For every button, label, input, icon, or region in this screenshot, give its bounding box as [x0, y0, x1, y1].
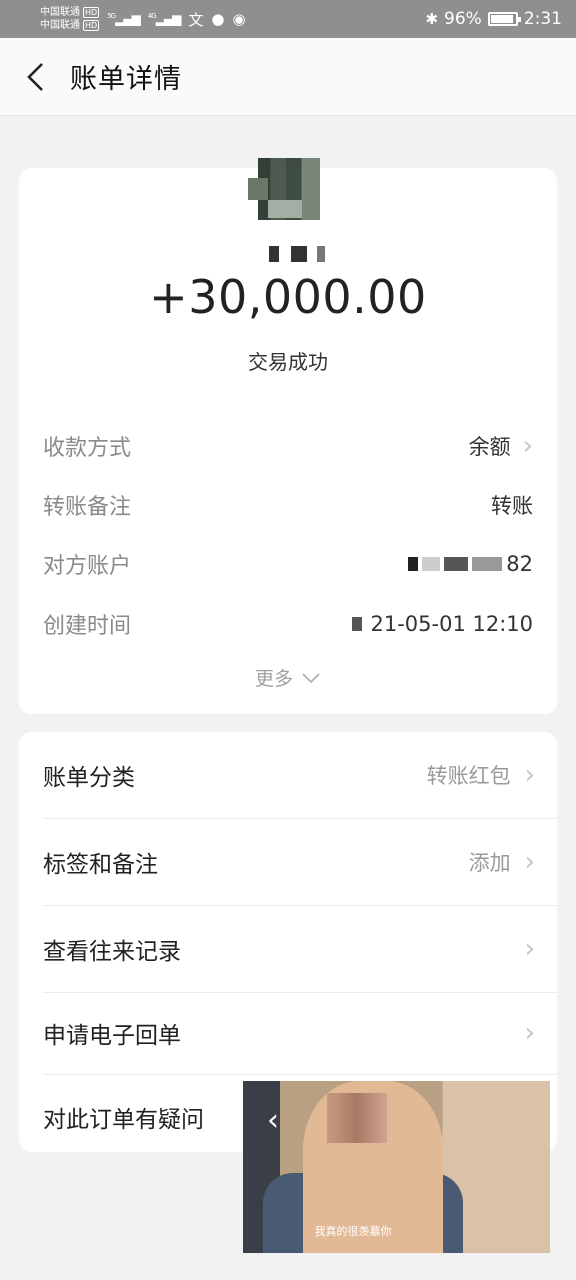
status-bar: 中国联通 HD 中国联通 HD 5G▂▄▆ 4G▂▄▆ 文 ● ◉ ✱ 96% 2:… — [0, 0, 576, 38]
detail-label: 转账备注 — [43, 495, 132, 520]
redacted-mosaic — [352, 617, 363, 631]
created-time-row: 创建时间 21-05-01 12:10 — [43, 604, 533, 644]
counterparty-account-row: 对方账户 82 — [43, 544, 533, 584]
transfer-note-row: 转账备注 转账 — [43, 485, 533, 525]
more-label: 更多 — [254, 668, 293, 690]
redacted-mosaic — [444, 557, 469, 571]
chevron-down-icon — [302, 672, 320, 683]
more-button[interactable]: 更多 — [19, 664, 557, 691]
redacted-mosaic — [327, 1093, 387, 1143]
detail-value: 82 — [506, 552, 533, 576]
clock: 2:31 — [523, 9, 562, 29]
detail-label: 收款方式 — [43, 436, 132, 461]
action-label: 申请电子回单 — [43, 1023, 181, 1049]
chevron-right-icon: › — [524, 934, 535, 964]
action-label: 对此订单有疑问 — [43, 1107, 204, 1133]
detail-label: 创建时间 — [43, 614, 132, 639]
redacted-mosaic — [472, 557, 503, 571]
transaction-status: 交易成功 — [248, 350, 328, 374]
translate-icon: 文 — [188, 10, 204, 29]
back-arrow-icon[interactable] — [0, 38, 70, 116]
hd-badge: HD — [83, 7, 100, 18]
action-value: 添加 — [468, 851, 511, 875]
battery-icon — [487, 12, 521, 26]
message-icon: ● — [211, 10, 225, 28]
battery-percent: 96% — [444, 9, 482, 29]
transaction-amount: +30,000.00 — [149, 270, 427, 324]
carrier1-label: 中国联通 — [40, 7, 80, 18]
nav-header: 账单详情 — [0, 38, 576, 116]
pip-back-icon[interactable]: ‹ — [267, 1103, 279, 1138]
detail-value: 转账 — [491, 494, 533, 518]
redacted-mosaic — [422, 557, 441, 571]
action-label: 查看往来记录 — [43, 939, 181, 965]
chevron-right-icon: › — [524, 1018, 535, 1048]
chevron-right-icon: › — [522, 431, 533, 461]
view-history-row[interactable]: 查看往来记录 › — [19, 906, 557, 992]
transaction-card: +30,000.00 交易成功 收款方式 余额 › 转账备注 转账 对方账户 82… — [19, 158, 557, 714]
e-receipt-row[interactable]: 申请电子回单 › — [19, 990, 557, 1076]
app-notification-icon: ◉ — [232, 10, 246, 28]
bluetooth-icon: ✱ — [425, 10, 439, 28]
avatar — [248, 158, 320, 220]
carrier-info: 中国联通 HD 中国联通 HD — [40, 6, 100, 32]
chevron-right-icon: › — [524, 847, 535, 877]
detail-value: 余额 — [468, 435, 511, 459]
bill-category-row[interactable]: 账单分类 转账红包 › — [19, 732, 557, 818]
signal-icon: 4G▂▄▆ — [147, 12, 182, 26]
tags-notes-row[interactable]: 标签和备注 添加 › — [19, 819, 557, 905]
chevron-right-icon: › — [524, 760, 535, 790]
signal-icon: 5G▂▄▆ — [107, 12, 141, 26]
video-subtitle: 我真的很羡慕你 — [314, 1225, 392, 1238]
redacted-mosaic — [408, 557, 419, 571]
payer-name-redacted — [269, 246, 341, 264]
pip-video-overlay[interactable]: ‹ 我真的很羡慕你 — [243, 1081, 550, 1253]
action-label: 账单分类 — [43, 765, 135, 791]
detail-value: 21-05-01 12:10 — [370, 612, 533, 636]
page-title: 账单详情 — [70, 64, 182, 95]
action-label: 标签和备注 — [43, 852, 158, 878]
action-value: 转账红包 — [426, 764, 511, 788]
payment-method-row[interactable]: 收款方式 余额 › — [43, 426, 533, 466]
detail-label: 对方账户 — [43, 554, 132, 579]
carrier2-label: 中国联通 — [40, 20, 80, 31]
hd-badge: HD — [83, 20, 100, 31]
